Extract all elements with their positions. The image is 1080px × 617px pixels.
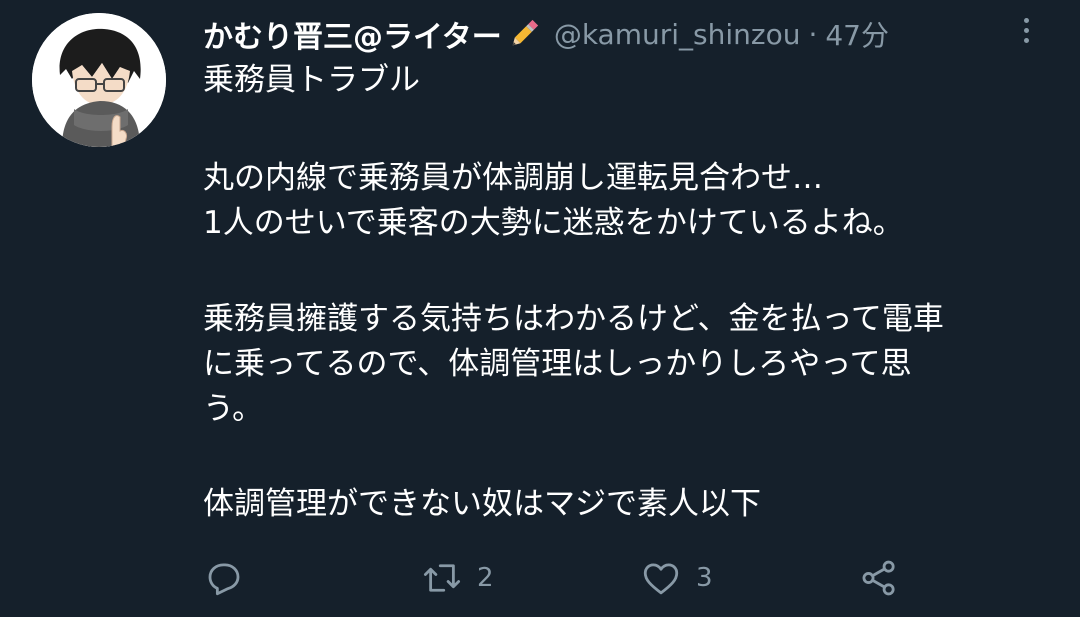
tweet-text-line: 丸の内線で乗務員が体調崩し運転見合わせ…: [203, 160, 823, 196]
more-icon-dot: [1023, 37, 1029, 43]
tweet-actions: 2 3: [203, 556, 923, 600]
retweet-count: 2: [477, 563, 494, 593]
retweet-button[interactable]: 2: [421, 556, 494, 600]
retweet-icon: [423, 564, 461, 592]
tweet-text-line: 体調管理ができない奴はマジで素人以下: [203, 486, 761, 522]
pencil-icon: [506, 16, 542, 52]
tweet-card: かむり晋三@ライター @kamuri_shinzou · 47分 乗務員トラブル…: [0, 0, 1080, 617]
more-icon-dot: [1023, 27, 1029, 33]
share-icon: [862, 560, 895, 596]
avatar-illustration: [32, 13, 166, 147]
tweet-text-line: 乗務員トラブル: [203, 62, 420, 98]
more-options-button[interactable]: [1010, 12, 1042, 48]
timestamp[interactable]: 47分: [825, 14, 889, 54]
tweet-text-line: に乗ってるので、体調管理はしっかりしろやって思: [203, 346, 912, 382]
more-icon-dot: [1023, 17, 1029, 23]
tweet-header: かむり晋三@ライター @kamuri_shinzou · 47分: [203, 12, 889, 56]
avatar[interactable]: [32, 13, 166, 147]
user-handle[interactable]: @kamuri_shinzou: [554, 18, 801, 51]
display-name[interactable]: かむり晋三@ライター: [203, 12, 502, 56]
share-button[interactable]: [858, 556, 914, 600]
like-count: 3: [696, 563, 713, 593]
reply-button[interactable]: [203, 556, 259, 600]
tweet-text-line: 1人のせいで乗客の大勢に迷惑をかけているよね。: [203, 205, 904, 241]
like-button[interactable]: 3: [640, 556, 713, 600]
tweet-text-line: う。: [203, 391, 264, 427]
tweet-text-line: 乗務員擁護する気持ちはわかるけど、金を払って電車: [203, 301, 944, 337]
separator-dot: ·: [808, 17, 818, 51]
reply-icon: [208, 563, 240, 596]
heart-icon: [643, 563, 679, 595]
